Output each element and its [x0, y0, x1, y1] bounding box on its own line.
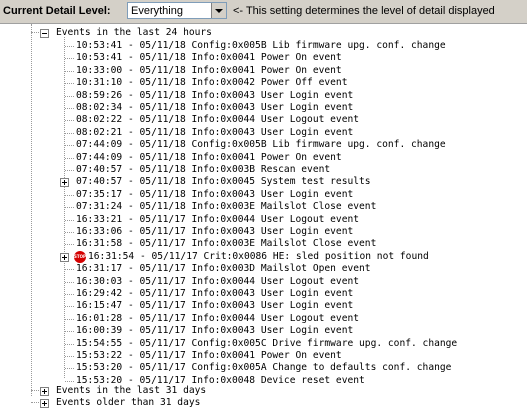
detail-level-value: Everything	[131, 5, 183, 17]
tree-connector	[65, 219, 74, 221]
event-text: 16:15:47 - 05/11/17 Info:0x0043 User Log…	[76, 300, 354, 312]
tree-connector	[65, 306, 74, 308]
collapse-icon[interactable]	[40, 29, 49, 38]
event-text: 16:31:17 - 05/11/17 Info:0x003D Mailslot…	[76, 263, 371, 275]
tree-connector	[65, 170, 74, 171]
event-text: 07:44:09 - 05/11/18 Config:0x005B Lib fi…	[76, 139, 446, 151]
tree-connector	[65, 281, 74, 283]
tree-connector	[31, 32, 39, 33]
tree-trunk-line	[31, 24, 32, 396]
event-text: 08:02:34 - 05/11/18 Info:0x0043 User Log…	[76, 102, 354, 113]
event-text: 16:31:58 - 05/11/17 Info:0x003E Mailslot…	[76, 238, 377, 250]
event-text: 07:35:17 - 05/11/18 Info:0x0043 User Log…	[76, 188, 354, 200]
detail-level-label: Current Detail Level:	[3, 5, 111, 17]
event-text: 15:53:20 - 05/11/17 Config:0x005A Change…	[76, 362, 452, 374]
tree-connector	[65, 380, 74, 382]
event-text: 07:31:24 - 05/11/18 Info:0x003E Mailslot…	[76, 201, 377, 213]
tree-connector	[65, 244, 74, 246]
event-text: 08:02:21 - 05/11/18 Info:0x0043 User Log…	[76, 126, 354, 138]
detail-level-toolbar: Current Detail Level: Everything <- This…	[0, 0, 527, 24]
tree-connector	[31, 390, 39, 391]
event-text: 16:01:28 - 05/11/17 Info:0x0044 User Log…	[76, 312, 360, 324]
tree-connector	[65, 368, 74, 370]
detail-level-hint: <- This setting determines the level of …	[233, 5, 495, 17]
tree-connector	[31, 402, 39, 403]
tree-connector	[65, 318, 74, 320]
chevron-down-icon[interactable]	[211, 3, 226, 18]
detail-level-select[interactable]: Everything	[127, 2, 227, 19]
event-text: 16:30:03 - 05/11/17 Info:0x0044 User Log…	[76, 275, 360, 287]
tree-connector	[65, 132, 74, 134]
tree-connector	[65, 194, 74, 196]
tree-connector	[65, 294, 74, 295]
tree-connector	[65, 157, 74, 159]
tree-connector	[65, 145, 74, 147]
tree-connector	[65, 356, 74, 357]
tree-connector	[65, 232, 74, 233]
expand-icon[interactable]	[60, 252, 69, 262]
event-text: 08:02:22 - 05/11/18 Info:0x0044 User Log…	[76, 114, 360, 126]
tree-connector	[65, 95, 74, 97]
tree-connector	[65, 83, 74, 85]
event-text: 15:53:22 - 05/11/17 Info:0x0041 Power On…	[76, 350, 342, 361]
tree-connector	[65, 331, 74, 333]
tree-connector	[65, 70, 74, 72]
event-tree: Events in the last 24 hours 10:53:41 - 0…	[0, 24, 527, 414]
event-text: 07:40:57 - 05/11/18 Info:0x0045 System t…	[76, 176, 371, 188]
tree-group-label: Events in the last 31 days	[56, 385, 207, 396]
expand-icon[interactable]	[40, 387, 49, 396]
event-text: 16:29:42 - 05/11/17 Info:0x0043 User Log…	[76, 288, 354, 299]
tree-connector	[65, 269, 74, 271]
tree-connector	[65, 343, 74, 345]
expand-icon[interactable]	[40, 399, 49, 408]
event-text: 08:59:26 - 05/11/18 Info:0x0043 User Log…	[76, 89, 354, 101]
event-text: 16:33:21 - 05/11/17 Info:0x0044 User Log…	[76, 213, 360, 225]
event-text: 10:31:10 - 05/11/18 Info:0x0042 Power Of…	[76, 77, 348, 89]
event-text: 15:54:55 - 05/11/17 Config:0x005C Drive …	[76, 337, 458, 349]
tree-connector	[65, 207, 74, 209]
stop-icon: STOP	[74, 250, 86, 263]
expand-icon[interactable]	[60, 178, 69, 188]
tree-connector	[65, 46, 74, 47]
tree-connector	[65, 108, 74, 109]
event-text: 16:00:39 - 05/11/17 Info:0x0043 User Log…	[76, 325, 354, 337]
tree-connector	[65, 58, 74, 60]
event-text: 07:40:57 - 05/11/18 Info:0x003B Rescan e…	[76, 164, 331, 175]
event-text: 10:53:41 - 05/11/18 Config:0x005B Lib fi…	[76, 40, 446, 51]
event-text: 16:31:54 - 05/11/17 Crit:0x0086 HE: sled…	[88, 250, 429, 262]
event-text: 10:33:00 - 05/11/18 Info:0x0041 Power On…	[76, 64, 342, 76]
event-text: 10:53:41 - 05/11/18 Info:0x0041 Power On…	[76, 52, 342, 64]
tree-connector	[65, 120, 74, 122]
event-text: 16:33:06 - 05/11/17 Info:0x0043 User Log…	[76, 226, 354, 237]
tree-group-label: Events in the last 24 hours	[56, 27, 212, 38]
tree-group-label: Events older than 31 days	[56, 397, 201, 408]
event-text: 07:44:09 - 05/11/18 Info:0x0041 Power On…	[76, 151, 342, 163]
